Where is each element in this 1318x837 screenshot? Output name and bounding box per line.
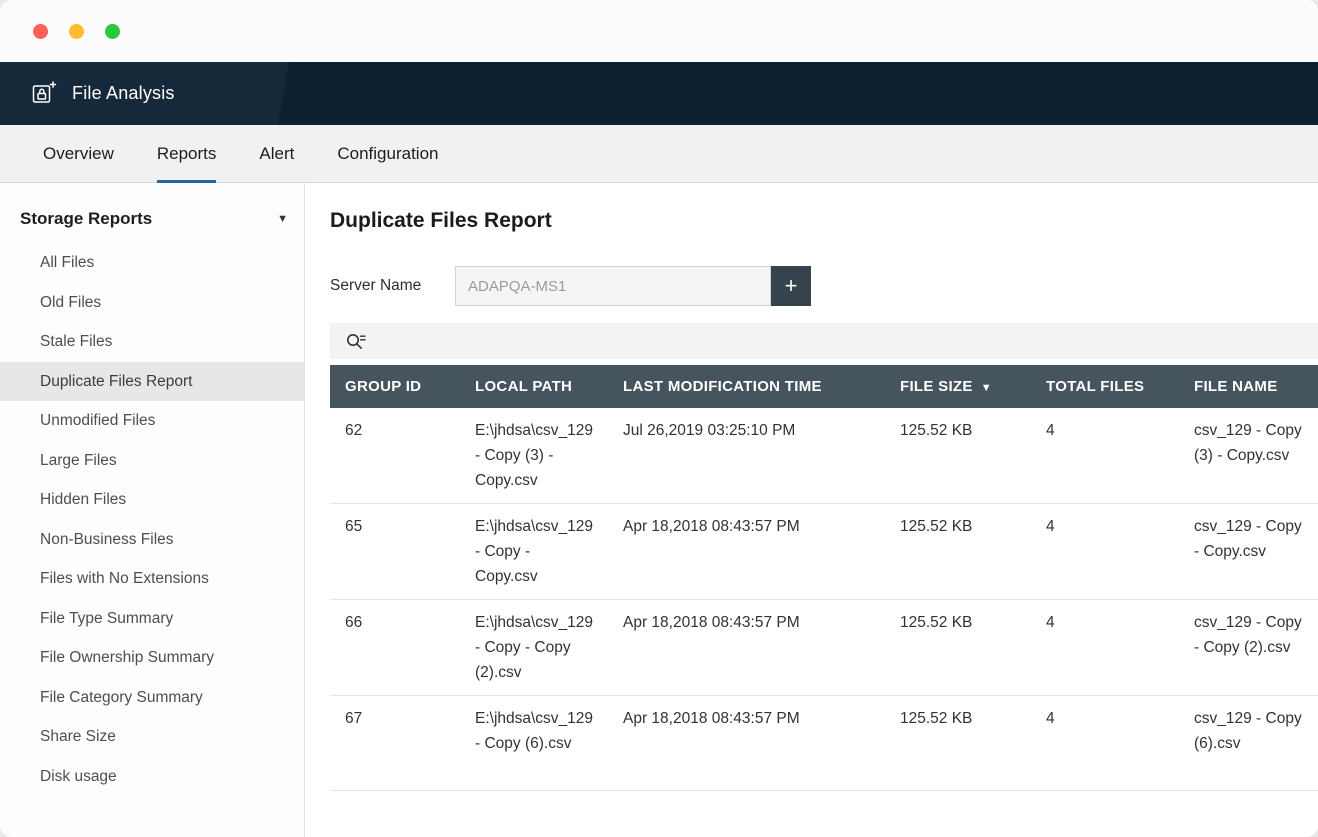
sidebar-item-non-business-files[interactable]: Non-Business Files	[0, 520, 304, 560]
main-panel: Duplicate Files Report Server Name +	[305, 183, 1318, 837]
table-row[interactable]: 67E:\jhdsa\csv_129 - Copy (6).csvApr 18,…	[330, 696, 1318, 791]
cell-group-id: 62	[330, 408, 460, 504]
cell-local-path: E:\jhdsa\csv_129 - Copy - Copy.csv	[460, 504, 608, 600]
column-header-last-modification-time[interactable]: LAST MODIFICATION TIME	[608, 365, 885, 408]
app-window: File Analysis Overview Reports Alert Config…	[0, 0, 1318, 837]
sidebar-item-all-files[interactable]: All Files	[0, 243, 304, 283]
cell-file-size: 125.52 KB	[885, 600, 1031, 696]
add-server-button[interactable]: +	[771, 266, 811, 306]
window-chrome	[0, 0, 1318, 62]
cell-file-size: 125.52 KB	[885, 408, 1031, 504]
sidebar-item-unmodified-files[interactable]: Unmodified Files	[0, 401, 304, 441]
tab-bar: Overview Reports Alert Configuration	[0, 125, 1318, 183]
sidebar-item-duplicate-files-report[interactable]: Duplicate Files Report	[0, 362, 304, 402]
cell-file-size: 125.52 KB	[885, 504, 1031, 600]
sidebar-list: All FilesOld FilesStale FilesDuplicate F…	[0, 243, 304, 796]
cell-last-modification-time: Apr 18,2018 08:43:57 PM	[608, 696, 885, 791]
cell-group-id: 67	[330, 696, 460, 791]
column-header-file-size[interactable]: FILE SIZE▼	[885, 365, 1031, 408]
sort-desc-arrow-icon: ▼	[981, 382, 992, 394]
sidebar-item-large-files[interactable]: Large Files	[0, 441, 304, 481]
sidebar-item-stale-files[interactable]: Stale Files	[0, 322, 304, 362]
cell-last-modification-time: Apr 18,2018 08:43:57 PM	[608, 504, 885, 600]
server-name-input[interactable]	[455, 266, 771, 306]
window-close-button[interactable]	[33, 24, 48, 39]
cell-total-files: 4	[1031, 600, 1179, 696]
tab-overview[interactable]: Overview	[43, 125, 114, 182]
cell-group-id: 66	[330, 600, 460, 696]
chevron-down-icon: ▼	[277, 213, 288, 225]
sidebar-item-file-category-summary[interactable]: File Category Summary	[0, 678, 304, 718]
cell-local-path: E:\jhdsa\csv_129 - Copy - Copy (2).csv	[460, 600, 608, 696]
table-row[interactable]: 62E:\jhdsa\csv_129 - Copy (3) - Copy.csv…	[330, 408, 1318, 504]
sidebar-section-header[interactable]: Storage Reports ▼	[0, 201, 304, 239]
cell-local-path: E:\jhdsa\csv_129 - Copy (3) - Copy.csv	[460, 408, 608, 504]
sidebar-item-hidden-files[interactable]: Hidden Files	[0, 480, 304, 520]
tab-reports[interactable]: Reports	[157, 125, 217, 182]
cell-file-name: csv_129 - Copy (3) - Copy.csv	[1179, 408, 1318, 504]
window-zoom-button[interactable]	[105, 24, 120, 39]
window-minimize-button[interactable]	[69, 24, 84, 39]
tab-configuration[interactable]: Configuration	[337, 125, 438, 182]
table-row[interactable]: 65E:\jhdsa\csv_129 - Copy - Copy.csvApr …	[330, 504, 1318, 600]
sidebar-item-disk-usage[interactable]: Disk usage	[0, 757, 304, 797]
sidebar-item-old-files[interactable]: Old Files	[0, 283, 304, 323]
file-analysis-icon	[30, 80, 57, 107]
content-area: Storage Reports ▼ All FilesOld FilesStal…	[0, 183, 1318, 837]
table-area: GROUP IDLOCAL PATHLAST MODIFICATION TIME…	[330, 323, 1318, 791]
sidebar-item-file-ownership-summary[interactable]: File Ownership Summary	[0, 638, 304, 678]
page-title: Duplicate Files Report	[330, 209, 1318, 233]
sidebar-item-file-type-summary[interactable]: File Type Summary	[0, 599, 304, 639]
sidebar-section-title: Storage Reports	[20, 209, 152, 229]
column-header-local-path[interactable]: LOCAL PATH	[460, 365, 608, 408]
table-header-row: GROUP IDLOCAL PATHLAST MODIFICATION TIME…	[330, 365, 1318, 408]
table-body: 62E:\jhdsa\csv_129 - Copy (3) - Copy.csv…	[330, 408, 1318, 791]
sidebar-item-files-with-no-extensions[interactable]: Files with No Extensions	[0, 559, 304, 599]
cell-file-size: 125.52 KB	[885, 696, 1031, 791]
sidebar: Storage Reports ▼ All FilesOld FilesStal…	[0, 183, 305, 837]
cell-total-files: 4	[1031, 408, 1179, 504]
table-row[interactable]: 66E:\jhdsa\csv_129 - Copy - Copy (2).csv…	[330, 600, 1318, 696]
table-toolbar	[330, 323, 1318, 359]
cell-file-name: csv_129 - Copy (6).csv	[1179, 696, 1318, 791]
server-name-row: Server Name +	[330, 266, 1318, 306]
column-header-group-id[interactable]: GROUP ID	[330, 365, 460, 408]
app-header: File Analysis	[0, 62, 1318, 125]
cell-total-files: 4	[1031, 504, 1179, 600]
duplicate-files-table: GROUP IDLOCAL PATHLAST MODIFICATION TIME…	[330, 365, 1318, 791]
sidebar-item-share-size[interactable]: Share Size	[0, 717, 304, 757]
tab-alert[interactable]: Alert	[259, 125, 294, 182]
cell-last-modification-time: Jul 26,2019 03:25:10 PM	[608, 408, 885, 504]
cell-file-name: csv_129 - Copy - Copy (2).csv	[1179, 600, 1318, 696]
cell-local-path: E:\jhdsa\csv_129 - Copy (6).csv	[460, 696, 608, 791]
cell-last-modification-time: Apr 18,2018 08:43:57 PM	[608, 600, 885, 696]
column-header-file-name[interactable]: FILE NAME	[1179, 365, 1318, 408]
column-header-total-files[interactable]: TOTAL FILES	[1031, 365, 1179, 408]
cell-file-name: csv_129 - Copy - Copy.csv	[1179, 504, 1318, 600]
cell-group-id: 65	[330, 504, 460, 600]
search-filter-icon[interactable]	[345, 332, 366, 351]
cell-total-files: 4	[1031, 696, 1179, 791]
server-name-label: Server Name	[330, 277, 455, 295]
app-title: File Analysis	[72, 83, 175, 104]
